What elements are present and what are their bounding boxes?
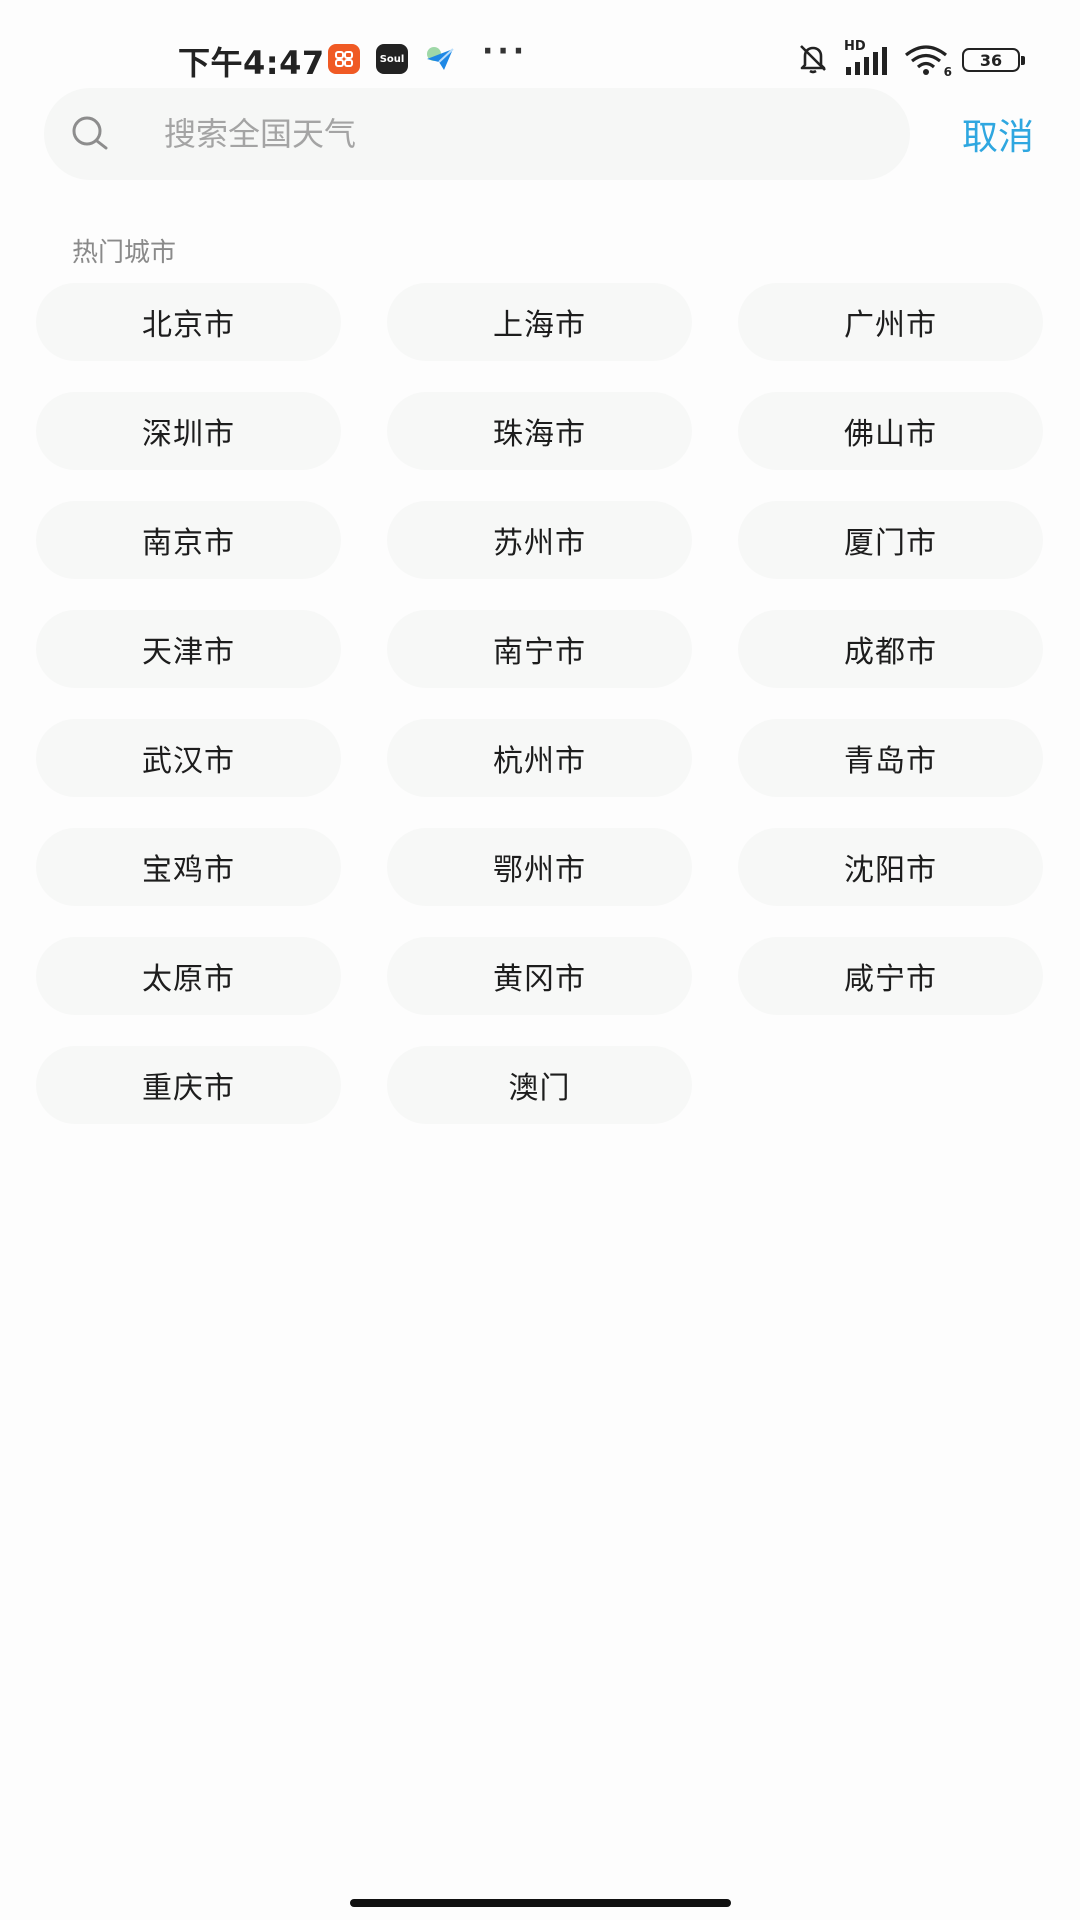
city-button[interactable]: 澳门 [387, 1046, 692, 1124]
city-button[interactable]: 鄂州市 [387, 828, 692, 906]
search-icon [68, 112, 112, 156]
city-button[interactable]: 黄冈市 [387, 937, 692, 1015]
home-indicator[interactable] [350, 1899, 731, 1907]
search-bar[interactable] [44, 88, 910, 180]
wifi-icon: 6 [904, 43, 952, 79]
hot-cities-title: 热门城市 [72, 238, 177, 268]
city-button[interactable]: 珠海市 [387, 392, 692, 470]
city-button[interactable]: 天津市 [36, 610, 341, 688]
paper-plane-icon [424, 44, 456, 74]
city-button[interactable]: 成都市 [738, 610, 1043, 688]
cancel-button[interactable]: 取消 [962, 108, 1034, 160]
cellular-signal-icon: HD [844, 39, 890, 77]
city-button[interactable]: 青岛市 [738, 719, 1043, 797]
status-time: 下午4:47 [178, 44, 325, 82]
mute-bell-icon [796, 41, 830, 79]
city-button[interactable]: 苏州市 [387, 501, 692, 579]
city-button[interactable]: 南京市 [36, 501, 341, 579]
city-button[interactable]: 上海市 [387, 283, 692, 361]
city-button[interactable]: 南宁市 [387, 610, 692, 688]
city-button[interactable]: 广州市 [738, 283, 1043, 361]
city-button[interactable]: 厦门市 [738, 501, 1043, 579]
city-button[interactable]: 宝鸡市 [36, 828, 341, 906]
hot-cities-grid: 北京市 上海市 广州市 深圳市 珠海市 佛山市 南京市 苏州市 厦门市 天津市 … [36, 283, 1046, 1124]
battery-icon: 36 [962, 48, 1025, 72]
city-button[interactable]: 重庆市 [36, 1046, 341, 1124]
city-button[interactable]: 佛山市 [738, 392, 1043, 470]
app-notification-icon [328, 44, 360, 74]
city-button[interactable]: 北京市 [36, 283, 341, 361]
wifi-version-label: 6 [943, 65, 952, 79]
status-indicators: HD 6 36 [796, 39, 1025, 79]
city-button[interactable]: 武汉市 [36, 719, 341, 797]
city-button[interactable]: 杭州市 [387, 719, 692, 797]
city-button[interactable]: 咸宁市 [738, 937, 1043, 1015]
more-notifications-icon: ··· [482, 34, 529, 69]
city-button[interactable]: 沈阳市 [738, 828, 1043, 906]
soul-app-icon: Soul [376, 44, 408, 74]
search-input[interactable] [162, 114, 816, 154]
city-button[interactable]: 太原市 [36, 937, 341, 1015]
city-button[interactable]: 深圳市 [36, 392, 341, 470]
